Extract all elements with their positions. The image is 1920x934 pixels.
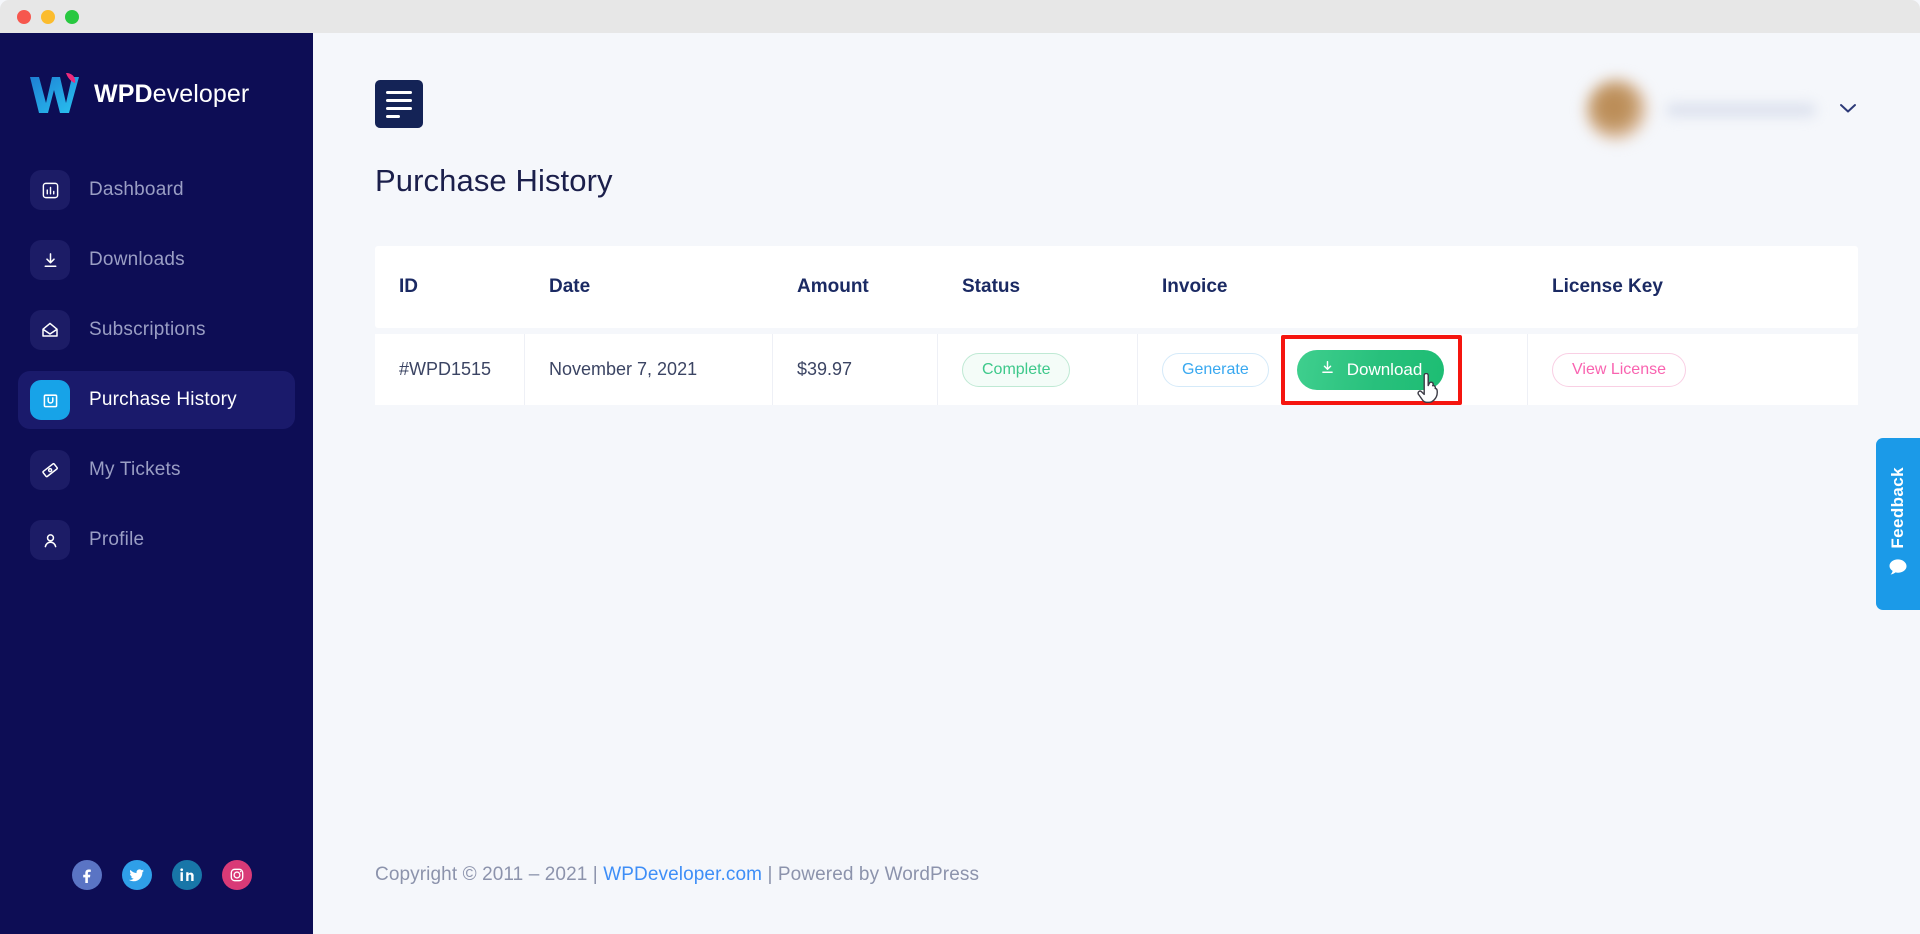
cell-invoice: Generate bbox=[1138, 334, 1528, 405]
sidebar-item-purchase-history[interactable]: Purchase History bbox=[18, 371, 295, 429]
brand-name: WPDeveloper bbox=[94, 80, 249, 109]
column-header-id: ID bbox=[375, 246, 525, 328]
table-header: ID Date Amount Status Invoice License Ke… bbox=[375, 246, 1858, 328]
download-icon bbox=[30, 240, 70, 280]
status-badge: Complete bbox=[962, 353, 1070, 387]
feedback-label: Feedback bbox=[1888, 467, 1908, 549]
footer-copyright-prefix: Copyright © 2011 – 2021 | bbox=[375, 864, 603, 885]
user-icon bbox=[30, 520, 70, 560]
sidebar-item-subscriptions[interactable]: Subscriptions bbox=[18, 301, 295, 359]
sidebar-item-label: Dashboard bbox=[89, 179, 184, 201]
column-header-status: Status bbox=[938, 246, 1138, 328]
view-license-button[interactable]: View License bbox=[1552, 353, 1686, 387]
column-header-license-key: License Key bbox=[1528, 246, 1858, 328]
ticket-icon bbox=[30, 450, 70, 490]
linkedin-icon[interactable] bbox=[172, 860, 202, 890]
sidebar-item-label: Downloads bbox=[89, 249, 185, 271]
sidebar-item-label: Purchase History bbox=[89, 389, 237, 411]
column-header-amount: Amount bbox=[773, 246, 938, 328]
footer-website-link[interactable]: WPDeveloper.com bbox=[603, 864, 762, 885]
footer-copyright-suffix: | Powered by WordPress bbox=[762, 864, 979, 885]
brand-name-light: eveloper bbox=[153, 80, 250, 108]
cell-license-key: View License bbox=[1528, 334, 1858, 405]
cell-status: Complete bbox=[938, 334, 1138, 405]
topbar bbox=[313, 33, 1920, 165]
sidebar-item-profile[interactable]: Profile bbox=[18, 511, 295, 569]
speech-bubble-icon bbox=[1888, 558, 1908, 581]
envelope-icon bbox=[30, 310, 70, 350]
avatar bbox=[1586, 79, 1648, 141]
download-highlight-box: Download bbox=[1281, 335, 1463, 405]
column-header-date: Date bbox=[525, 246, 773, 328]
close-window-button[interactable] bbox=[17, 10, 31, 24]
main-content: Purchase History ID Date Amount Status I… bbox=[313, 33, 1920, 934]
sidebar: WPDeveloper Dashboard bbox=[0, 33, 313, 934]
generate-invoice-button[interactable]: Generate bbox=[1162, 353, 1269, 387]
download-icon bbox=[1319, 359, 1336, 381]
purchase-history-table-wrap: ID Date Amount Status Invoice License Ke… bbox=[375, 240, 1858, 411]
twitter-icon[interactable] bbox=[122, 860, 152, 890]
sidebar-item-my-tickets[interactable]: My Tickets bbox=[18, 441, 295, 499]
menu-icon-line bbox=[386, 115, 400, 118]
footer: Copyright © 2011 – 2021 | WPDeveloper.co… bbox=[375, 864, 979, 886]
sidebar-nav: Dashboard Downloads bbox=[0, 161, 313, 569]
menu-toggle-button[interactable] bbox=[375, 80, 423, 128]
window-titlebar bbox=[0, 0, 1920, 33]
maximize-window-button[interactable] bbox=[65, 10, 79, 24]
user-name bbox=[1666, 103, 1816, 117]
menu-icon-line bbox=[386, 91, 412, 94]
menu-icon-line bbox=[386, 107, 412, 110]
brand-name-bold: WPD bbox=[94, 80, 153, 108]
sidebar-item-label: Subscriptions bbox=[89, 319, 206, 341]
menu-icon-line bbox=[386, 99, 412, 102]
cell-id: #WPD1515 bbox=[375, 334, 525, 405]
facebook-icon[interactable] bbox=[72, 860, 102, 890]
feedback-tab[interactable]: Feedback bbox=[1876, 438, 1920, 610]
table-row: #WPD1515 November 7, 2021 $39.97 Complet… bbox=[375, 334, 1858, 405]
download-button-label: Download bbox=[1347, 360, 1423, 380]
table-body: #WPD1515 November 7, 2021 $39.97 Complet… bbox=[375, 334, 1858, 405]
instagram-icon[interactable] bbox=[222, 860, 252, 890]
sidebar-item-dashboard[interactable]: Dashboard bbox=[18, 161, 295, 219]
sidebar-item-label: Profile bbox=[89, 529, 144, 551]
download-invoice-button[interactable]: Download bbox=[1297, 350, 1445, 390]
page-title: Purchase History bbox=[375, 165, 1920, 196]
minimize-window-button[interactable] bbox=[41, 10, 55, 24]
purchase-history-table: ID Date Amount Status Invoice License Ke… bbox=[375, 240, 1858, 411]
sidebar-item-downloads[interactable]: Downloads bbox=[18, 231, 295, 289]
column-header-invoice: Invoice bbox=[1138, 246, 1528, 328]
bag-icon bbox=[30, 380, 70, 420]
social-links bbox=[0, 860, 313, 934]
invoice-actions: Generate bbox=[1162, 335, 1527, 405]
cell-amount: $39.97 bbox=[773, 334, 938, 405]
table-header-row: ID Date Amount Status Invoice License Ke… bbox=[375, 246, 1858, 328]
user-menu[interactable] bbox=[1586, 79, 1858, 141]
browser-window: WPDeveloper Dashboard bbox=[0, 0, 1920, 934]
chart-icon bbox=[30, 170, 70, 210]
sidebar-item-label: My Tickets bbox=[89, 459, 181, 481]
brand-logo-area[interactable]: WPDeveloper bbox=[0, 33, 313, 117]
wpdeveloper-logo-icon bbox=[26, 71, 80, 117]
cell-date: November 7, 2021 bbox=[525, 334, 773, 405]
chevron-down-icon[interactable] bbox=[1838, 101, 1858, 119]
